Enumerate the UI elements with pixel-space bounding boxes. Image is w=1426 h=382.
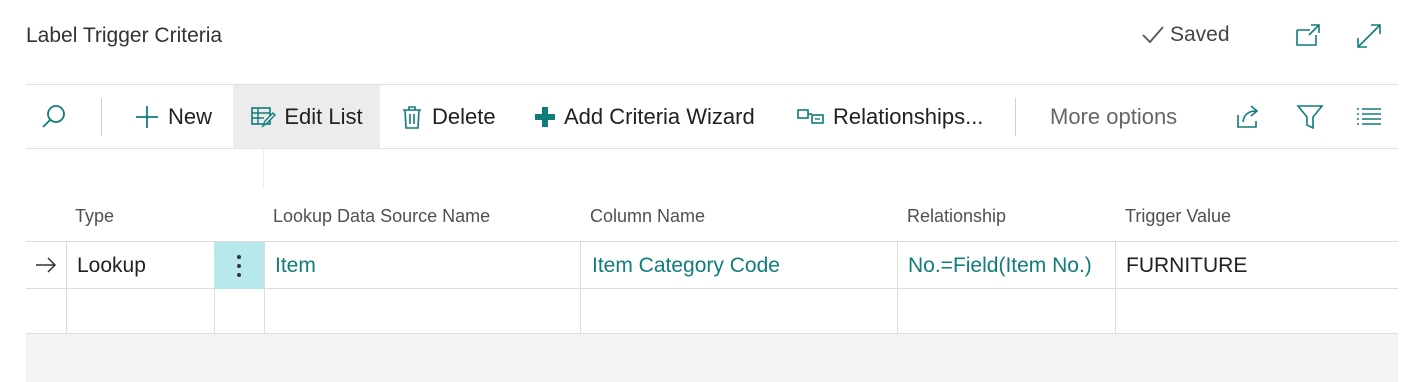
action-toolbar: New Edit List Delete Add Criteria Wizard… (26, 85, 1398, 149)
empty-new-row[interactable] (26, 289, 1398, 333)
column-divider-shadow (263, 149, 264, 189)
add-bold-plus-icon (535, 106, 555, 127)
column-header-trigger-value[interactable]: Trigger Value (1125, 190, 1231, 241)
list-icon (1357, 107, 1381, 125)
edit-list-icon (251, 106, 277, 128)
column-header-column-name[interactable]: Column Name (590, 190, 705, 241)
plus-icon (136, 105, 158, 128)
row-actions-button[interactable] (214, 242, 264, 289)
delete-button-label: Delete (432, 103, 496, 129)
cell-lookup-data-source-name[interactable]: Item (275, 242, 316, 290)
edit-list-button[interactable]: Edit List (233, 85, 380, 148)
column-header-lookup-data-source-name[interactable]: Lookup Data Source Name (273, 190, 490, 241)
relationships-button[interactable]: Relationships... (797, 85, 983, 148)
new-button[interactable]: New (134, 85, 212, 148)
page-title: Label Trigger Criteria (26, 24, 223, 47)
open-in-new-window-icon[interactable] (1294, 22, 1322, 50)
trash-icon (403, 105, 421, 129)
delete-button[interactable]: Delete (400, 85, 496, 148)
column-header-relationship[interactable]: Relationship (907, 190, 1006, 241)
share-icon (1237, 104, 1259, 128)
more-options-button[interactable]: More options (1050, 85, 1177, 148)
add-criteria-wizard-button[interactable]: Add Criteria Wizard (534, 85, 755, 148)
share-button[interactable] (1234, 85, 1262, 148)
search-button[interactable] (40, 85, 68, 148)
checkmark-icon (1142, 26, 1164, 44)
list-footer-area (26, 334, 1398, 382)
toolbar-separator (101, 98, 102, 136)
list-view-button[interactable] (1356, 85, 1382, 148)
relationships-icon (797, 108, 824, 124)
relationships-button-label: Relationships... (833, 103, 984, 129)
more-options-label: More options (1050, 103, 1178, 129)
saved-status: Saved (1140, 22, 1230, 48)
cell-column-name[interactable]: Item Category Code (592, 242, 780, 290)
toolbar-separator (1015, 98, 1016, 136)
filter-icon (1296, 104, 1324, 129)
new-button-label: New (168, 103, 213, 129)
cell-type[interactable]: Lookup (77, 242, 146, 290)
search-icon (42, 104, 65, 128)
cell-relationship[interactable]: No.=Field(Item No.) (908, 242, 1092, 290)
add-criteria-wizard-label: Add Criteria Wizard (564, 103, 755, 129)
cell-trigger-value[interactable]: FURNITURE (1126, 242, 1247, 290)
saved-label: Saved (1170, 23, 1230, 46)
expand-icon[interactable] (1355, 22, 1383, 50)
more-vertical-icon (237, 254, 241, 277)
column-header-type[interactable]: Type (75, 190, 114, 241)
edit-list-button-label: Edit List (284, 103, 363, 129)
current-row-arrow-icon (36, 257, 57, 273)
filter-button[interactable] (1296, 85, 1324, 148)
